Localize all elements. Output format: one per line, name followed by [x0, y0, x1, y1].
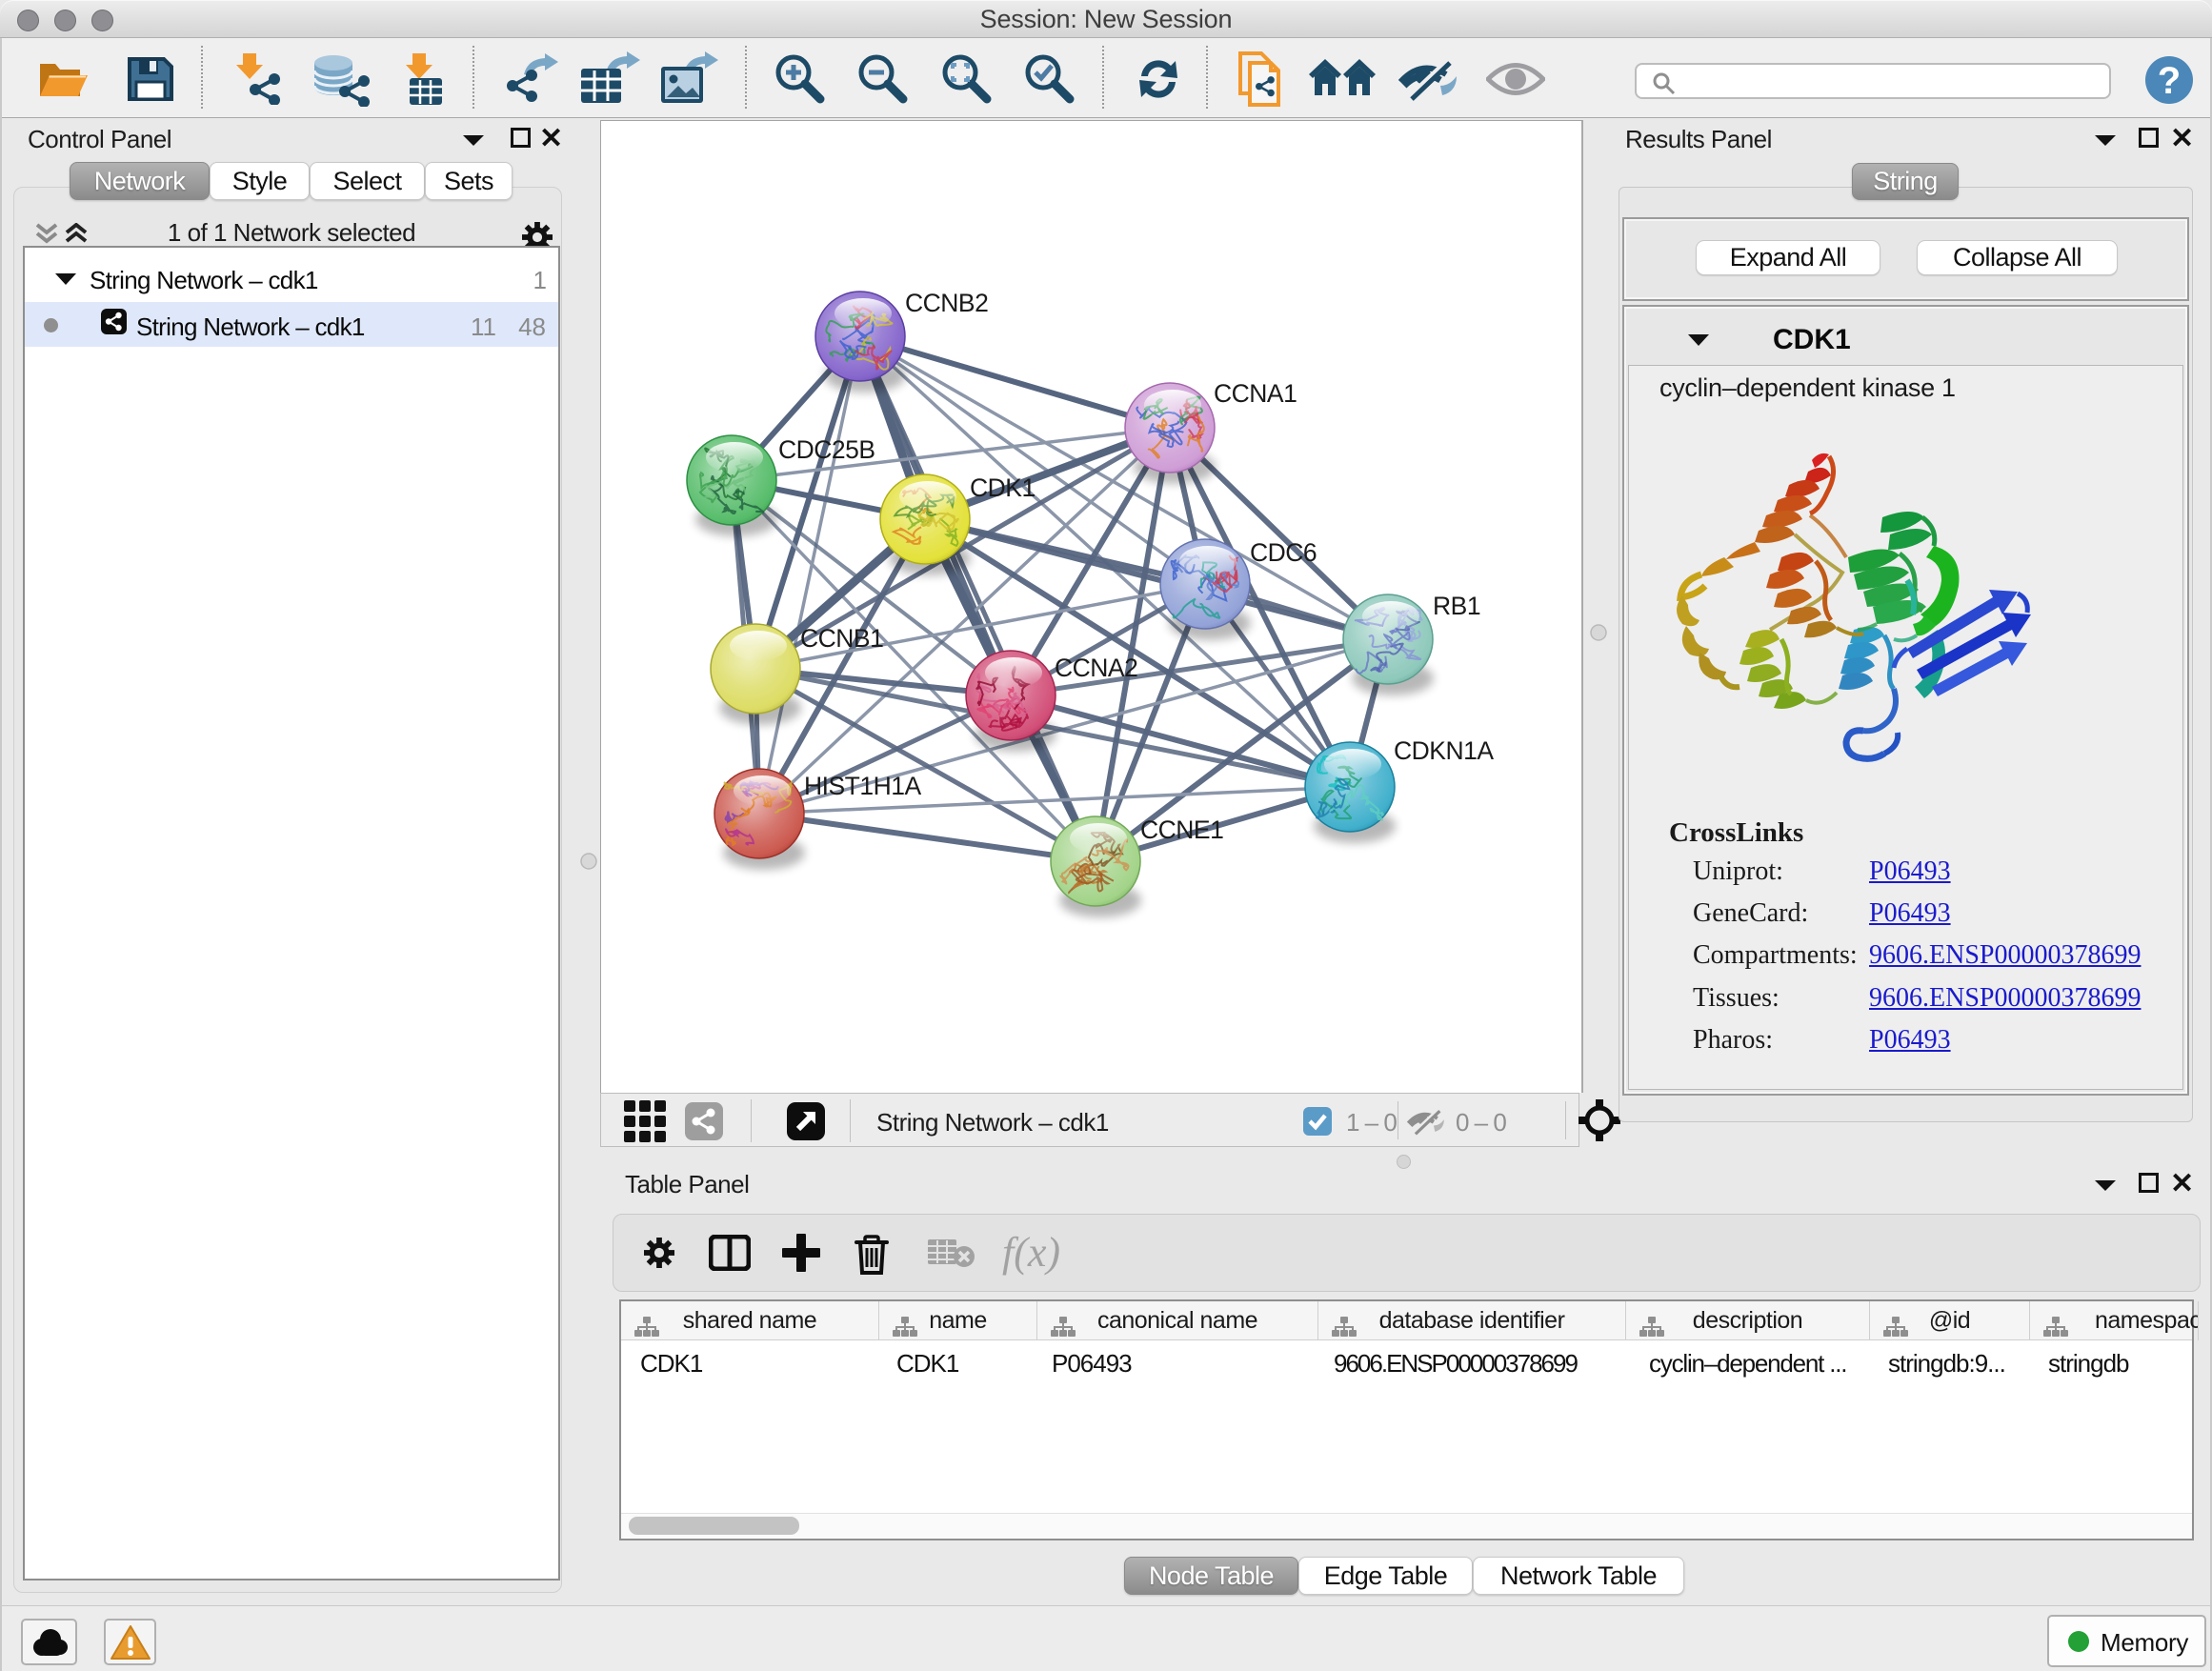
svg-text:CDC25B: CDC25B [778, 435, 875, 464]
svg-text:CCNB1: CCNB1 [800, 624, 883, 653]
svg-text:RB1: RB1 [1433, 592, 1480, 620]
svg-text:HIST1H1A: HIST1H1A [804, 772, 921, 800]
svg-text:CCNB2: CCNB2 [905, 289, 988, 317]
svg-text:CDC6: CDC6 [1250, 538, 1317, 567]
svg-text:CCNE1: CCNE1 [1140, 815, 1223, 844]
svg-text:CCNA2: CCNA2 [1055, 654, 1137, 682]
svg-text:CDKN1A: CDKN1A [1394, 736, 1494, 765]
svg-text:CCNA1: CCNA1 [1214, 379, 1297, 408]
svg-text:?: ? [2158, 60, 2181, 102]
svg-text:CDK1: CDK1 [970, 473, 1036, 502]
